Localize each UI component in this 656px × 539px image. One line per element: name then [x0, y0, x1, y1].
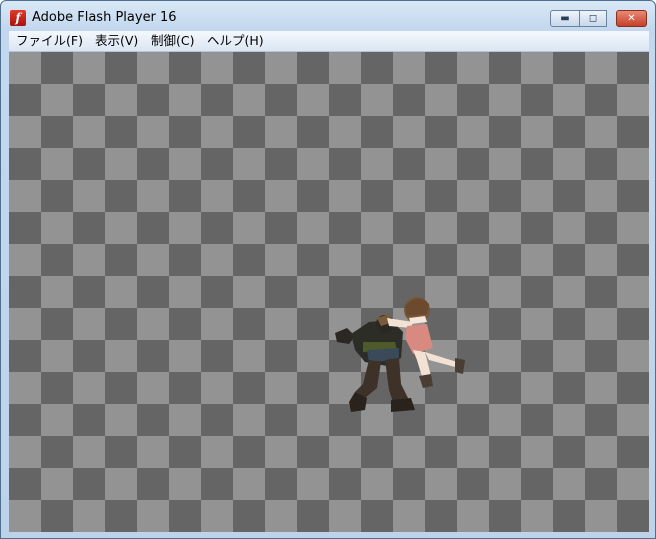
menu-file[interactable]: ファイル(F): [16, 33, 83, 49]
minimize-button[interactable]: ▬: [550, 10, 580, 27]
maximize-button[interactable]: ◻: [579, 10, 607, 27]
game-sprites: [335, 297, 465, 412]
menu-view[interactable]: 表示(V): [95, 33, 138, 49]
soldier-sprite: [335, 314, 415, 412]
window-title: Adobe Flash Player 16: [32, 10, 177, 25]
menu-help[interactable]: ヘルプ(H): [207, 33, 264, 49]
menu-bar: ファイル(F) 表示(V) 制御(C) ヘルプ(H): [9, 31, 649, 52]
close-icon: ✕: [627, 13, 636, 24]
title-bar[interactable]: f Adobe Flash Player 16 ▬ ◻ ✕: [1, 1, 655, 31]
minimize-icon: ▬: [560, 13, 570, 24]
close-button[interactable]: ✕: [616, 10, 647, 27]
flash-player-window: f Adobe Flash Player 16 ▬ ◻ ✕ ファイル(F) 表示…: [0, 0, 656, 539]
menu-control[interactable]: 制御(C): [151, 33, 194, 49]
flash-player-icon[interactable]: f: [10, 10, 26, 26]
maximize-icon: ◻: [588, 13, 598, 24]
flash-stage[interactable]: [9, 52, 649, 532]
